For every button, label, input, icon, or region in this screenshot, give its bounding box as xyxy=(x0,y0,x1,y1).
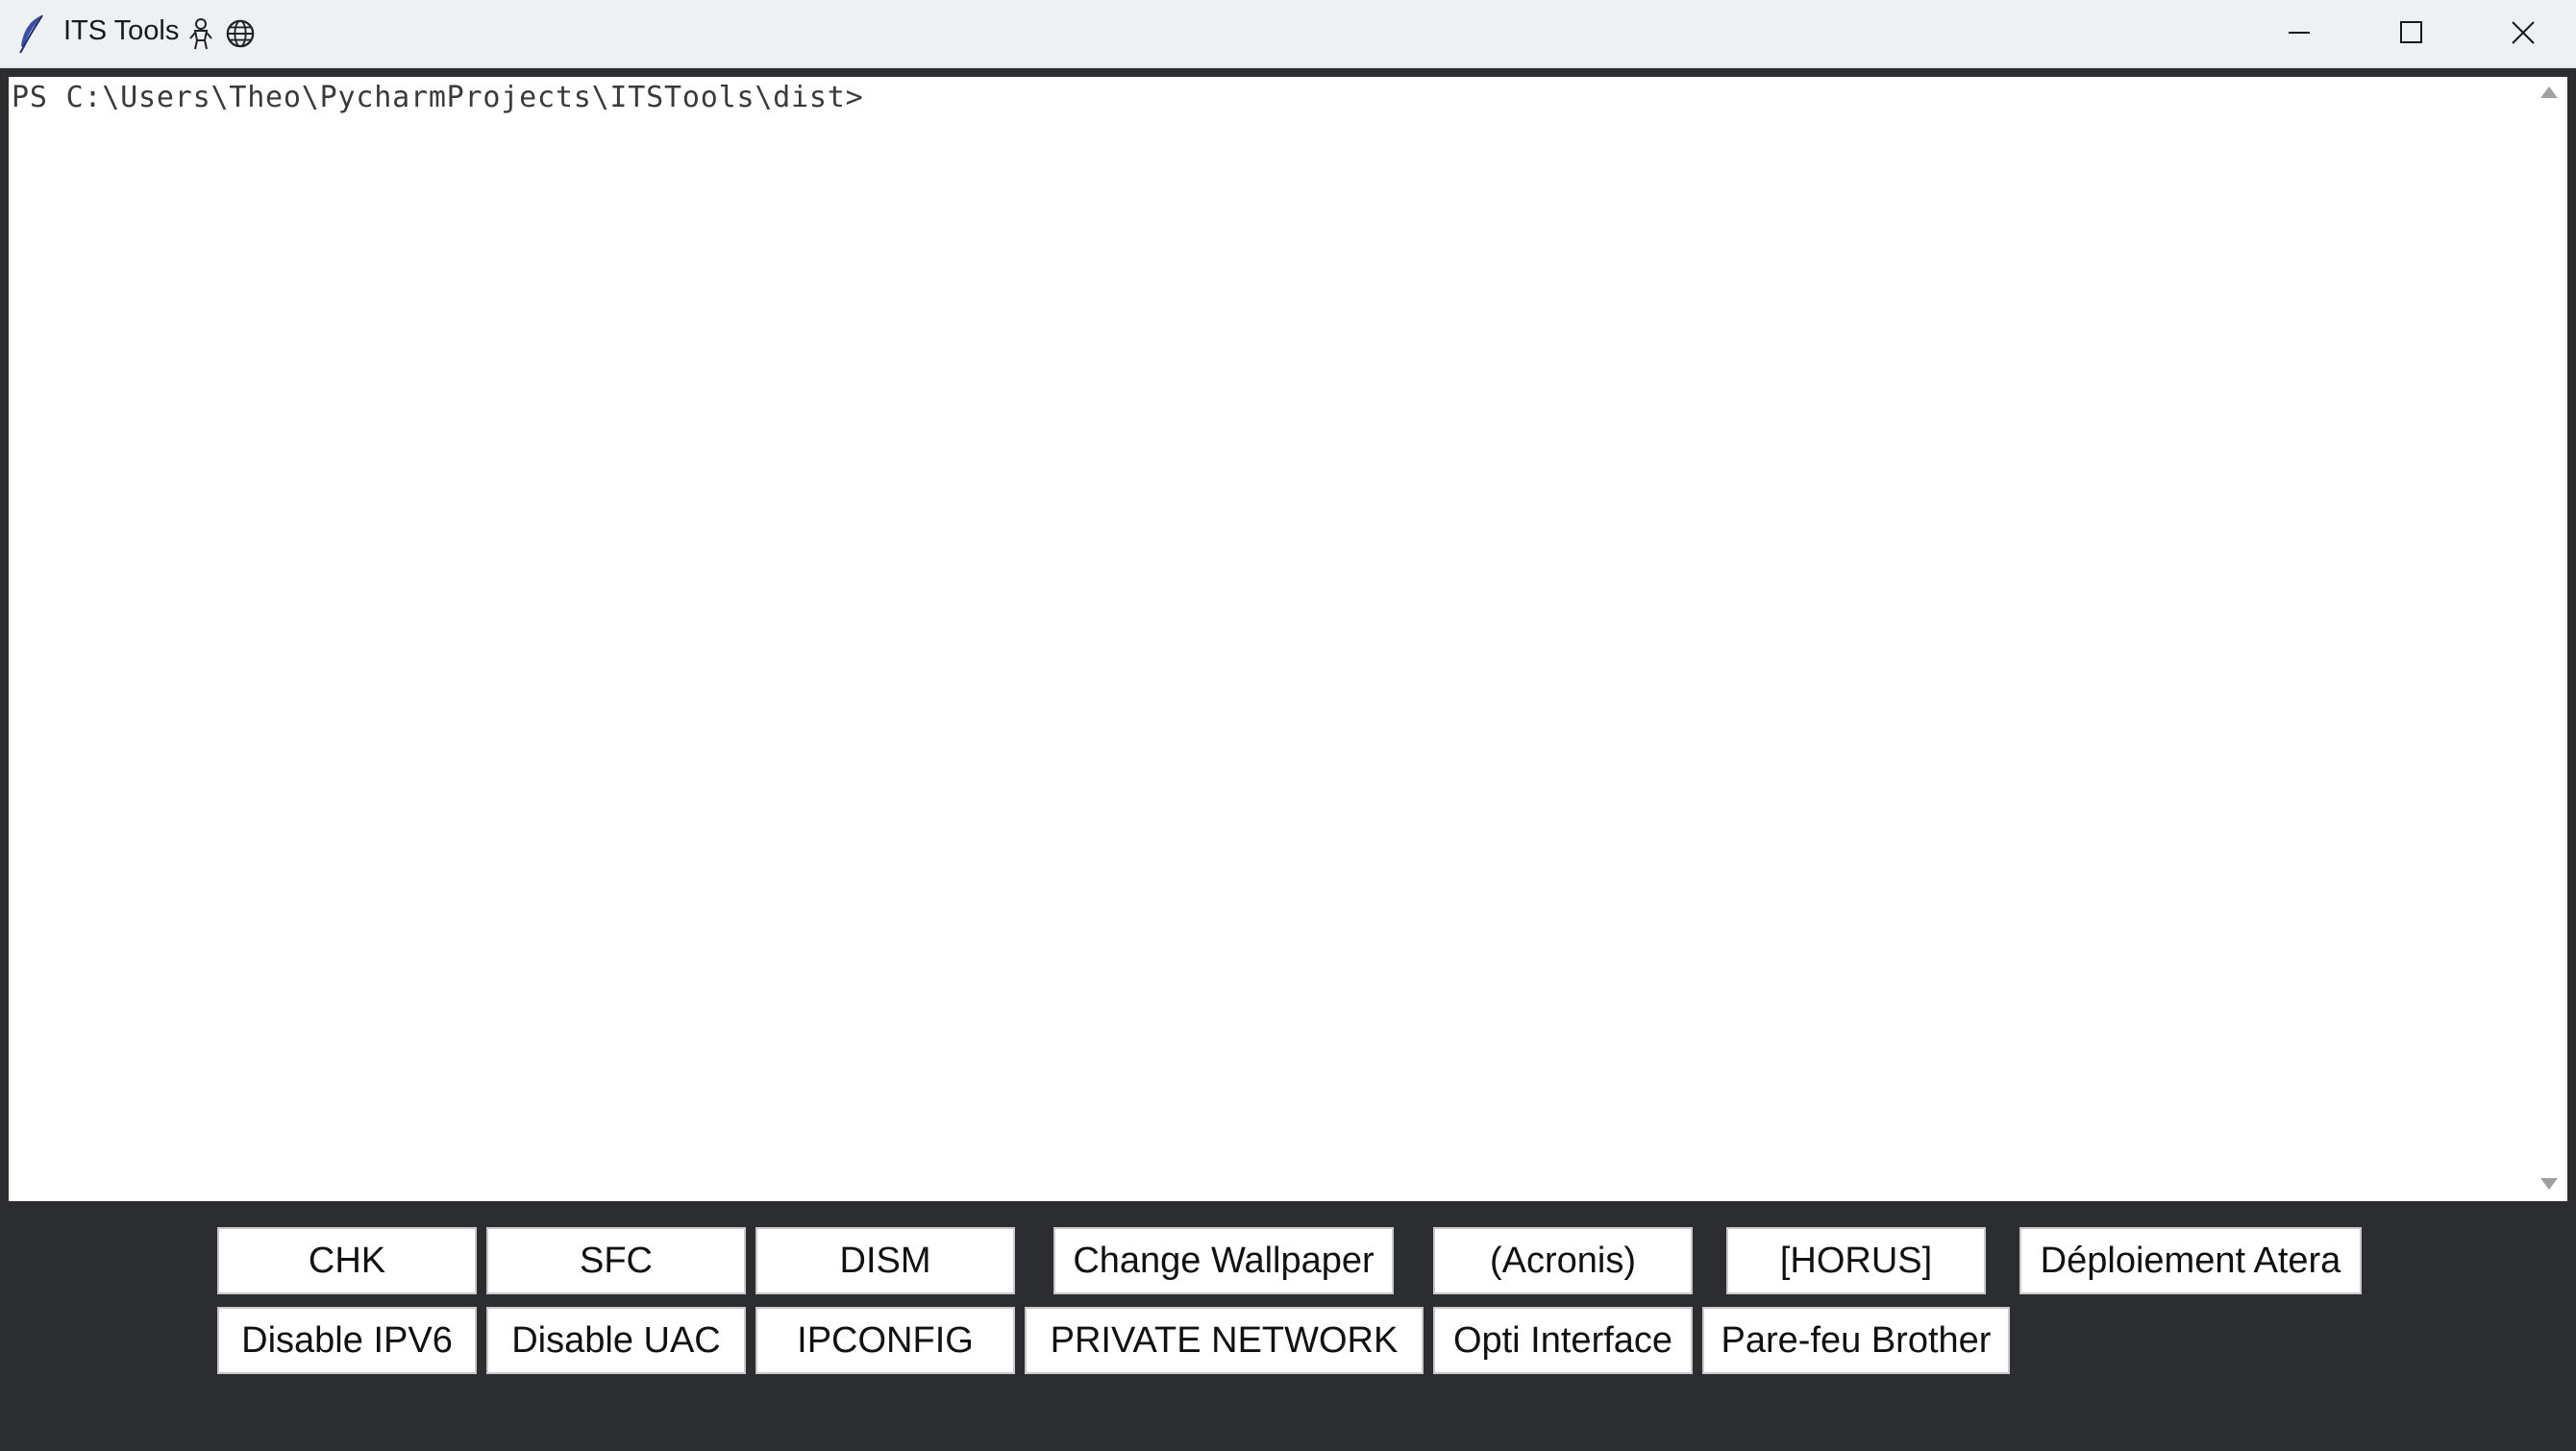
feather-icon xyxy=(19,14,43,54)
person-emoji-icon xyxy=(189,18,212,50)
minimize-button[interactable] xyxy=(2245,0,2357,67)
title-bar[interactable]: ITS Tools xyxy=(0,0,2576,68)
opti-interface-button[interactable]: Opti Interface xyxy=(1433,1307,1693,1374)
disable-uac-button[interactable]: Disable UAC xyxy=(486,1307,746,1374)
app-window: ITS Tools PS C:\Users\Theo\PycharmProjec… xyxy=(0,0,2576,1451)
scroll-down-arrow-icon[interactable] xyxy=(2540,1178,2558,1190)
dism-button[interactable]: DISM xyxy=(755,1227,1015,1294)
private-network-button[interactable]: PRIVATE NETWORK xyxy=(1025,1307,1424,1374)
console-scrollbar[interactable] xyxy=(2529,77,2567,1201)
scroll-up-arrow-icon[interactable] xyxy=(2540,86,2558,98)
close-button[interactable] xyxy=(2468,0,2576,67)
console-output[interactable]: PS C:\Users\Theo\PycharmProjects\ITSTool… xyxy=(9,77,2529,1201)
acronis-button[interactable]: (Acronis) xyxy=(1433,1227,1693,1294)
pare-feu-brother-button[interactable]: Pare-feu Brother xyxy=(1702,1307,2010,1374)
minimize-icon xyxy=(2289,32,2310,34)
deploiement-atera-button[interactable]: Déploiement Atera xyxy=(2019,1227,2362,1294)
maximize-icon xyxy=(2400,21,2422,43)
globe-icon xyxy=(226,19,255,48)
change-wallpaper-button[interactable]: Change Wallpaper xyxy=(1053,1227,1394,1294)
chk-button[interactable]: CHK xyxy=(217,1227,477,1294)
window-title: ITS Tools xyxy=(63,15,180,46)
disable-ipv6-button[interactable]: Disable IPV6 xyxy=(217,1307,477,1374)
close-icon xyxy=(2512,21,2535,44)
ipconfig-button[interactable]: IPCONFIG xyxy=(755,1307,1015,1374)
maximize-button[interactable] xyxy=(2357,0,2468,67)
sfc-button[interactable]: SFC xyxy=(486,1227,746,1294)
horus-button[interactable]: [HORUS] xyxy=(1726,1227,1986,1294)
console-prompt: PS C:\Users\Theo\PycharmProjects\ITSTool… xyxy=(12,81,864,114)
